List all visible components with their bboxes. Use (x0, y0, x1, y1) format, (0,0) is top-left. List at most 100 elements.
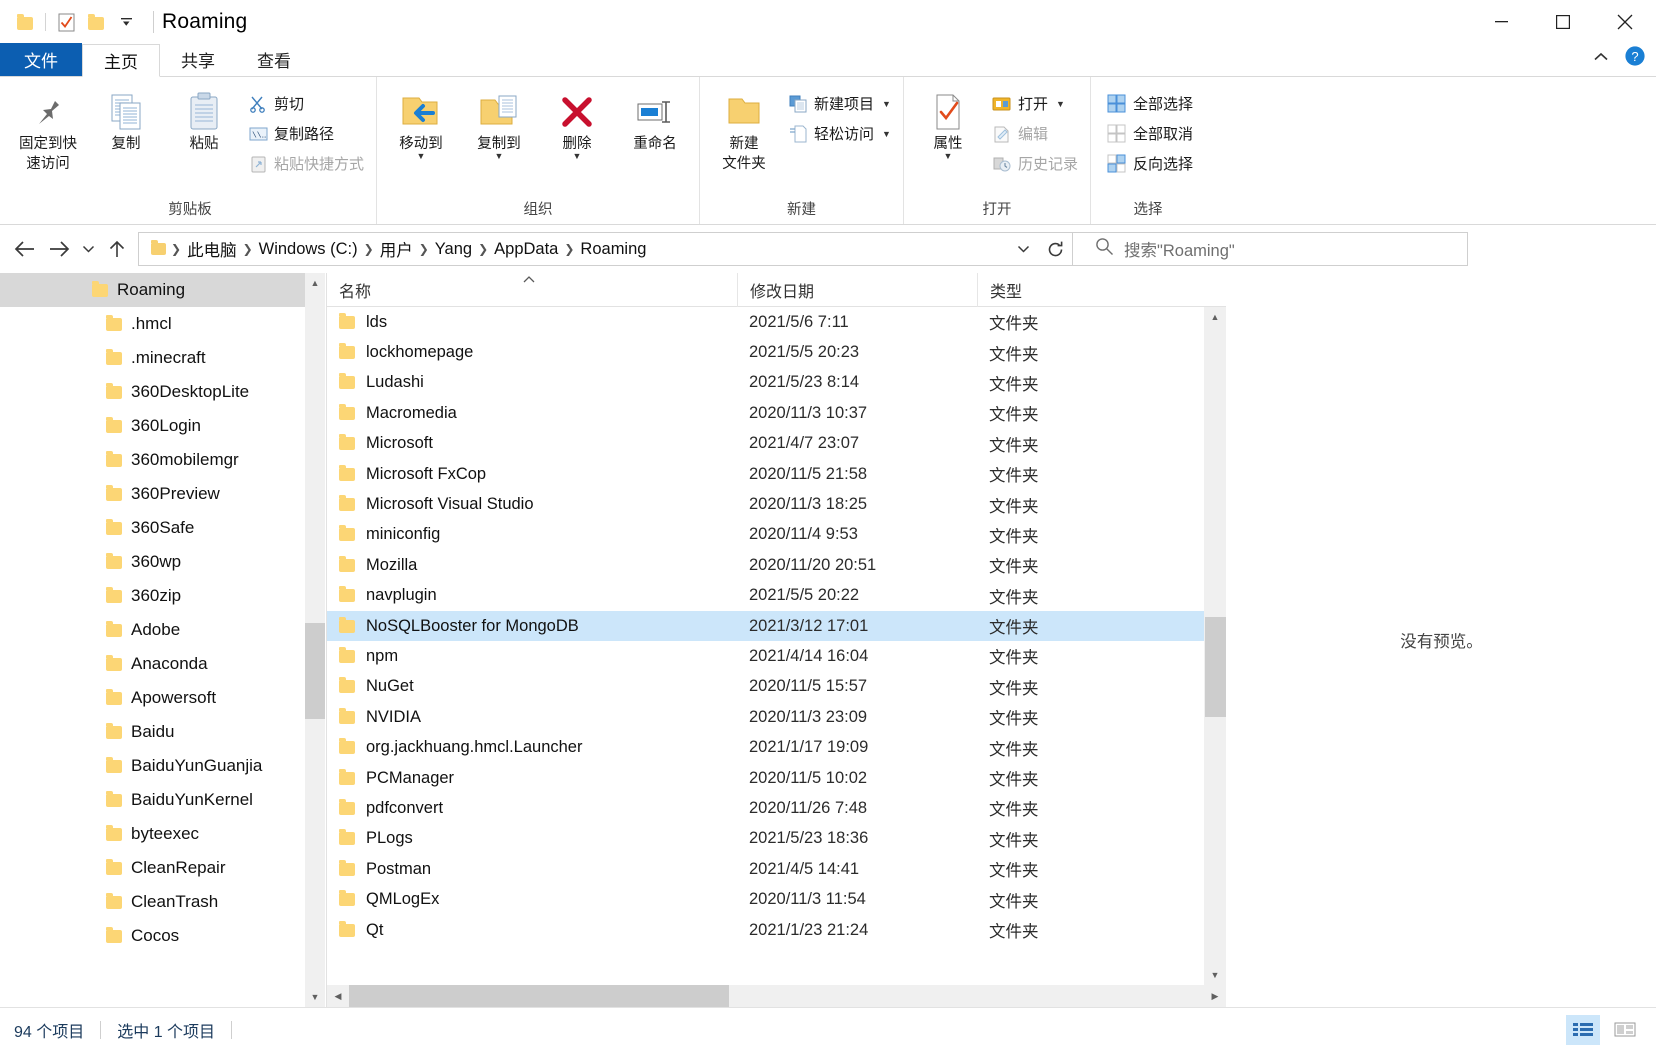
table-row[interactable]: npm 2021/4/14 16:04 文件夹 (327, 641, 1226, 671)
tree-item-anaconda[interactable]: Anaconda (0, 647, 325, 681)
table-row[interactable]: NVIDIA 2020/11/3 23:09 文件夹 (327, 702, 1226, 732)
chevron-down-icon[interactable]: ▼ (882, 129, 891, 139)
scrollbar-track[interactable] (349, 985, 1204, 1007)
breadcrumb-folder-icon[interactable] (147, 240, 170, 255)
rename-button[interactable]: 重命名 (617, 85, 693, 153)
scroll-left-arrow-icon[interactable]: ◀ (327, 985, 349, 1007)
large-icons-view-button[interactable] (1608, 1015, 1642, 1045)
tab-view[interactable]: 查看 (236, 43, 312, 76)
forward-button[interactable] (42, 232, 76, 266)
tree-item-cleantrash[interactable]: CleanTrash (0, 885, 325, 919)
table-row[interactable]: NuGet 2020/11/5 15:57 文件夹 (327, 672, 1226, 702)
address-bar[interactable]: ❯ 此电脑 ❯ Windows (C:) ❯ 用户 ❯ Yang ❯ AppDa… (138, 232, 1073, 266)
table-row[interactable]: NoSQLBooster for MongoDB 2021/3/12 17:01… (327, 610, 1226, 642)
delete-button[interactable]: 删除 ▼ (539, 85, 615, 161)
scrollbar-thumb[interactable] (1205, 617, 1226, 717)
tree-item-roaming[interactable]: Roaming (0, 273, 325, 307)
scrollbar-track[interactable] (305, 293, 325, 987)
tree-item-minecraft[interactable]: .minecraft (0, 341, 325, 375)
scroll-up-arrow-icon[interactable]: ▲ (305, 273, 325, 293)
close-button[interactable] (1594, 0, 1656, 44)
search-input[interactable]: 搜索"Roaming" (1124, 237, 1235, 261)
copy-path-button[interactable]: \\… 复制路径 (244, 119, 370, 148)
scrollbar-track[interactable] (1205, 327, 1226, 965)
table-row[interactable]: Microsoft FxCop 2020/11/5 21:58 文件夹 (327, 459, 1226, 489)
chevron-down-icon[interactable]: ▼ (495, 152, 504, 161)
refresh-button[interactable] (1038, 232, 1072, 266)
history-button[interactable]: 历史记录 (988, 149, 1084, 178)
paste-shortcut-button[interactable]: 粘贴快捷方式 (244, 149, 370, 178)
tree-item-360wp[interactable]: 360wp (0, 545, 325, 579)
scroll-up-arrow-icon[interactable]: ▲ (1204, 307, 1226, 327)
table-row[interactable]: Qt 2021/1/23 21:24 文件夹 (327, 915, 1226, 945)
tab-share[interactable]: 共享 (160, 43, 236, 76)
tab-home[interactable]: 主页 (82, 44, 160, 77)
tree-item-360login[interactable]: 360Login (0, 409, 325, 443)
chevron-down-icon[interactable]: ▼ (573, 152, 582, 161)
table-row[interactable]: PLogs 2021/5/23 18:36 文件夹 (327, 824, 1226, 854)
breadcrumb-item-appdata[interactable]: AppData (489, 237, 563, 262)
breadcrumb-item-users[interactable]: 用户 (375, 234, 418, 264)
open-button[interactable]: 打开 ▼ (988, 89, 1084, 118)
table-row[interactable]: PCManager 2020/11/5 10:02 文件夹 (327, 763, 1226, 793)
back-button[interactable] (8, 232, 42, 266)
breadcrumb-item-this-pc[interactable]: 此电脑 (182, 234, 242, 264)
scrollbar-thumb[interactable] (349, 985, 729, 1007)
copy-to-button[interactable]: 复制到 ▼ (461, 85, 537, 161)
tree-item-360desktoplite[interactable]: 360DesktopLite (0, 375, 325, 409)
system-menu-folder-icon[interactable] (10, 7, 40, 37)
tree-item-360mobilemgr[interactable]: 360mobilemgr (0, 443, 325, 477)
column-header-type[interactable]: 类型 (977, 272, 1127, 307)
new-item-button[interactable]: 新建项目 ▼ (784, 89, 897, 118)
table-row[interactable]: org.jackhuang.hmcl.Launcher 2021/1/17 19… (327, 732, 1226, 762)
table-row[interactable]: lds 2021/5/6 7:11 文件夹 (327, 307, 1226, 337)
tree-item-360zip[interactable]: 360zip (0, 579, 325, 613)
table-row[interactable]: Mozilla 2020/11/20 20:51 文件夹 (327, 550, 1226, 580)
collapse-ribbon-chevron-up-icon[interactable] (1592, 50, 1610, 68)
chevron-down-icon[interactable]: ▼ (943, 152, 952, 161)
scrollbar-thumb[interactable] (305, 623, 325, 719)
new-folder-button[interactable]: 新建 文件夹 (706, 85, 782, 173)
up-button[interactable] (100, 232, 134, 266)
table-row[interactable]: Microsoft 2021/4/7 23:07 文件夹 (327, 429, 1226, 459)
tree-item-cocos[interactable]: Cocos (0, 919, 325, 953)
edit-button[interactable]: 编辑 (988, 119, 1084, 148)
properties-button[interactable]: 属性 ▼ (910, 85, 986, 161)
properties-check-icon[interactable] (51, 7, 81, 37)
navigation-pane-scrollbar[interactable]: ▲ ▼ (305, 273, 325, 1007)
tree-item-baiduyunkernel[interactable]: BaiduYunKernel (0, 783, 325, 817)
table-row[interactable]: Postman 2021/4/5 14:41 文件夹 (327, 854, 1226, 884)
scroll-down-arrow-icon[interactable]: ▼ (305, 987, 325, 1007)
tab-file[interactable]: 文件 (0, 43, 82, 76)
details-view-button[interactable] (1566, 1015, 1600, 1045)
column-header-date-modified[interactable]: 修改日期 (737, 272, 977, 307)
minimize-button[interactable] (1470, 0, 1532, 44)
breadcrumb-item-yang[interactable]: Yang (430, 237, 477, 262)
chevron-down-icon[interactable]: ▼ (1056, 99, 1065, 109)
select-all-button[interactable]: 全部选择 (1103, 89, 1199, 118)
chevron-down-icon[interactable]: ▼ (417, 152, 426, 161)
copy-button[interactable]: 复制 (88, 85, 164, 153)
file-list-horizontal-scrollbar[interactable]: ◀ ▶ (327, 985, 1226, 1007)
chevron-down-icon[interactable]: ▼ (882, 99, 891, 109)
maximize-button[interactable] (1532, 0, 1594, 44)
table-row[interactable]: lockhomepage 2021/5/5 20:23 文件夹 (327, 337, 1226, 367)
tree-item-hmcl[interactable]: .hmcl (0, 307, 325, 341)
search-box[interactable]: 搜索"Roaming" (1073, 232, 1468, 266)
table-row[interactable]: navplugin 2021/5/5 20:22 文件夹 (327, 581, 1226, 611)
breadcrumb-item-roaming[interactable]: Roaming (575, 237, 651, 262)
tree-item-360preview[interactable]: 360Preview (0, 477, 325, 511)
column-header-name[interactable]: 名称 (327, 273, 737, 307)
paste-button[interactable]: 粘贴 (166, 85, 242, 153)
breadcrumb-item-windows-c[interactable]: Windows (C:) (254, 237, 363, 262)
scroll-down-arrow-icon[interactable]: ▼ (1204, 965, 1226, 985)
table-row[interactable]: Ludashi 2021/5/23 8:14 文件夹 (327, 368, 1226, 398)
tree-item-cleanrepair[interactable]: CleanRepair (0, 851, 325, 885)
table-row[interactable]: miniconfig 2020/11/4 9:53 文件夹 (327, 520, 1226, 550)
recent-locations-chevron-down-icon[interactable] (76, 232, 100, 266)
easy-access-button[interactable]: 轻松访问 ▼ (784, 119, 897, 148)
tree-item-360safe[interactable]: 360Safe (0, 511, 325, 545)
move-to-button[interactable]: 移动到 ▼ (383, 85, 459, 161)
tree-item-apowersoft[interactable]: Apowersoft (0, 681, 325, 715)
pin-to-quick-access-button[interactable]: 固定到快 速访问 (10, 85, 86, 173)
